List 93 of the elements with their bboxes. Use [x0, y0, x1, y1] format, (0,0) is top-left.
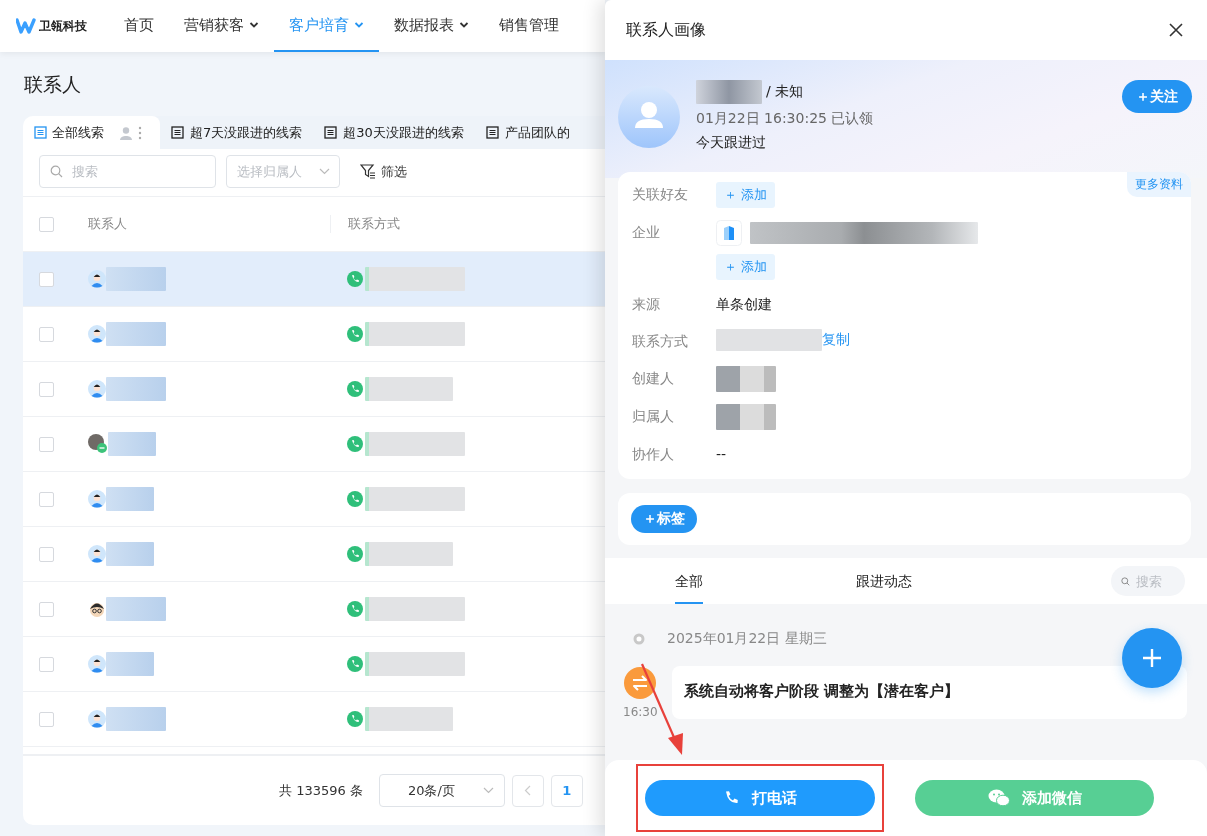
phone-icon: [347, 326, 363, 342]
redacted-person: [716, 404, 776, 430]
field-label: 联系方式: [632, 332, 689, 351]
row-checkbox[interactable]: [39, 381, 54, 397]
gender-text: / 未知: [766, 83, 804, 101]
row-checkbox[interactable]: [39, 436, 54, 452]
redacted-name: [106, 652, 154, 676]
redacted-name: [106, 597, 166, 621]
event-text: 系统自动将客户阶段 调整为【潜在客户】: [683, 682, 959, 700]
nav-menu-item[interactable]: 首页: [109, 0, 169, 52]
list-icon: [34, 126, 47, 139]
list-icon: [485, 126, 499, 139]
row-checkbox[interactable]: [39, 601, 54, 617]
chevron-down-icon: [319, 168, 330, 175]
timeline-date: 2025年01月22日 星期三: [667, 630, 827, 648]
follow-up-status: 今天跟进过: [696, 134, 767, 152]
feed-search-field[interactable]: 搜索: [1111, 566, 1185, 596]
building-icon: [716, 220, 742, 246]
search-icon: [50, 165, 63, 178]
row-checkbox[interactable]: [39, 546, 54, 562]
nav-menu-item[interactable]: 营销获客: [169, 0, 274, 52]
field-label: 创建人: [632, 369, 675, 388]
logo-icon: [16, 18, 36, 34]
chevron-down-icon: [482, 787, 494, 794]
redacted-name: [106, 267, 166, 291]
timeline-dot-icon: [633, 633, 645, 645]
add-button[interactable]: [1122, 628, 1182, 688]
redacted-name: [696, 80, 762, 104]
feed-search-input[interactable]: 搜索: [1133, 572, 1175, 590]
plus-icon: [1142, 648, 1162, 668]
field-label: 归属人: [632, 407, 675, 426]
feed-tab[interactable]: 全部: [675, 558, 703, 604]
field-label: 来源: [632, 295, 661, 314]
row-checkbox[interactable]: [39, 711, 54, 727]
view-tab[interactable]: 超30天没跟进的线索: [313, 116, 475, 149]
field-value: 单条创建: [716, 295, 772, 314]
phone-icon: [347, 711, 363, 727]
total-count: 共 133596 条: [279, 781, 363, 800]
drawer-title: 联系人画像: [626, 19, 706, 41]
select-all-checkbox[interactable]: [39, 216, 54, 232]
redacted-name: [106, 322, 166, 346]
redacted-name: [106, 487, 154, 511]
list-icon: [324, 126, 338, 139]
chevron-down-icon: [249, 21, 259, 29]
swap-arrows-icon: [624, 667, 657, 699]
phone-icon: [347, 601, 363, 617]
phone-icon: [723, 790, 740, 806]
redacted-name: [106, 377, 166, 401]
close-icon[interactable]: [1169, 23, 1183, 37]
column-header: 联系人: [88, 215, 127, 233]
list-icon: [171, 126, 184, 139]
phone-icon: [347, 656, 363, 672]
chat-bubbles-icon: [987, 789, 1010, 807]
row-checkbox[interactable]: [39, 271, 54, 287]
phone-icon: [347, 491, 363, 507]
filter-icon: [360, 164, 376, 179]
view-tab[interactable]: 全部线索: [23, 116, 160, 149]
view-tab[interactable]: 超7天没跟进的线索: [160, 116, 314, 149]
phone-icon: [347, 271, 363, 287]
redacted-name: [106, 542, 154, 566]
chevron-left-icon: [524, 785, 532, 796]
field-label: 协作人: [632, 445, 675, 464]
field-label: 关联好友: [632, 185, 689, 204]
owner-select[interactable]: 选择归属人: [226, 155, 340, 188]
redacted-name: [108, 432, 156, 456]
nav-menu-item[interactable]: 数据报表: [379, 0, 484, 52]
page-title: 联系人: [24, 72, 82, 97]
person-icon: [119, 125, 133, 140]
logo-text: 卫瓴科技: [39, 17, 87, 35]
more-vertical-icon[interactable]: [138, 125, 142, 140]
row-checkbox[interactable]: [39, 491, 54, 507]
row-checkbox[interactable]: [39, 326, 54, 342]
field-value: --: [716, 445, 727, 464]
event-time: 16:30: [623, 705, 658, 719]
phone-icon: [347, 436, 363, 452]
column-header: 联系方式: [348, 215, 400, 233]
search-icon: [1121, 574, 1130, 588]
search-field[interactable]: 搜索: [39, 155, 216, 188]
filter-button[interactable]: 筛选: [350, 162, 417, 181]
previous-page-button[interactable]: [511, 774, 544, 807]
phone-icon: [347, 381, 363, 397]
row-checkbox[interactable]: [39, 656, 54, 672]
redacted-person: [716, 366, 776, 392]
feed-tab[interactable]: 跟进动态: [856, 558, 912, 604]
redacted-name: [106, 707, 166, 731]
claimed-time: 01月22日 16:30:25 已认领: [696, 110, 875, 128]
phone-icon: [347, 546, 363, 562]
chevron-down-icon: [354, 21, 364, 29]
field-label: 企业: [632, 223, 661, 242]
page-size-select[interactable]: 20条/页: [378, 774, 505, 807]
nav-menu-item[interactable]: 销售管理: [484, 0, 574, 52]
chevron-down-icon: [459, 21, 469, 29]
view-tab[interactable]: 产品团队的: [474, 116, 581, 149]
